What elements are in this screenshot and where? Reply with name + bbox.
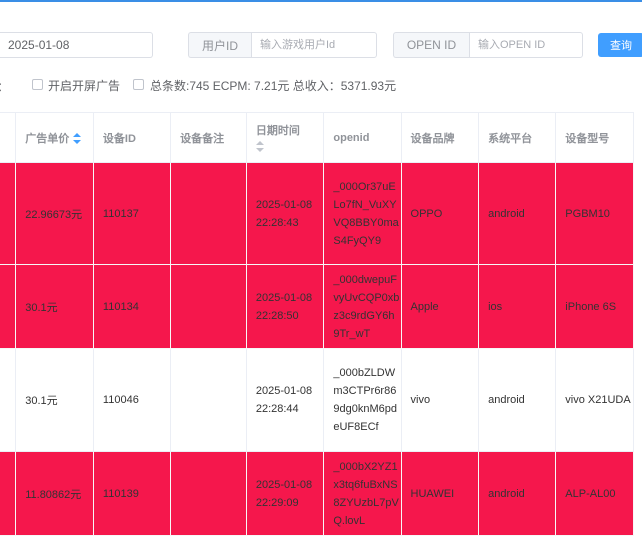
column-header-datetime-label: 日期时间 xyxy=(255,124,300,137)
date-picker[interactable]: 2025-01-08 xyxy=(0,32,153,58)
cell-openid: _000bX2YZ1x3tq6fuBxNS8ZYUzbL7pVQ.lovL xyxy=(323,451,402,536)
cell-openid: _000Or37uELo7fN_VuXYVQ8BBY0maS4FyQY9 xyxy=(323,162,402,265)
cell-brand: Apple xyxy=(400,264,480,349)
openid-input[interactable] xyxy=(469,32,583,58)
cell-platform: android xyxy=(478,451,557,536)
column-header-brand: 设备品牌 xyxy=(400,112,480,163)
summary-label: 总条数:745 ECPM: 7.21元 总收入：5371.93元 xyxy=(150,79,397,93)
cell-time: 22:29:09 xyxy=(255,496,299,509)
table-header-row: 广告单价 设备ID 设备备注 日期时间 openid 设备品牌 系统平台 设备型… xyxy=(0,112,634,163)
cell-model: vivo X21UDA xyxy=(555,348,634,452)
cell-brand: vivo xyxy=(400,348,480,452)
cell-model: iPhone 6S xyxy=(555,264,634,349)
user-id-group: 用户ID xyxy=(188,32,377,58)
splash-ad-checkbox[interactable] xyxy=(32,79,43,90)
cell-time: 22:28:44 xyxy=(255,403,299,415)
cell-datetime: 2025-01-08 22:28:50 xyxy=(245,264,325,349)
cell-brand: HUAWEI xyxy=(400,451,480,536)
row-leading-cell xyxy=(0,451,17,536)
option-colon: ： xyxy=(0,78,9,95)
column-header-platform: 系统平台 xyxy=(478,112,557,163)
cell-brand: OPPO xyxy=(400,162,480,265)
cell-datetime: 2025-01-08 22:28:43 xyxy=(245,162,325,265)
cell-model: ALP-AL00 xyxy=(555,451,634,536)
user-id-label: 用户ID xyxy=(188,32,251,58)
cell-platform: ios xyxy=(478,264,557,349)
cell-price: 22.96673元 xyxy=(15,162,94,265)
cell-platform: android xyxy=(478,162,557,265)
column-header-openid: openid xyxy=(323,112,402,163)
cell-note xyxy=(170,264,247,349)
cell-device-id: 110046 xyxy=(92,348,172,452)
cell-price: 11.80862元 xyxy=(15,451,94,536)
column-header-leading xyxy=(0,112,17,163)
cell-price: 30.1元 xyxy=(15,348,94,452)
ad-revenue-table: 广告单价 设备ID 设备备注 日期时间 openid 设备品牌 系统平台 设备型… xyxy=(0,112,634,536)
cell-openid: _000bZLDWm3CTPr6r869dg0knM6pdeUF8ECf xyxy=(323,348,402,452)
sort-caret-icon[interactable] xyxy=(73,132,82,145)
summary-checkbox[interactable] xyxy=(133,79,144,90)
column-header-datetime[interactable]: 日期时间 xyxy=(245,112,325,163)
row-leading-cell xyxy=(0,348,17,452)
cell-date: 2025-01-08 xyxy=(255,291,313,304)
user-id-input[interactable] xyxy=(251,32,377,58)
column-header-model: 设备型号 xyxy=(555,112,634,163)
cell-note xyxy=(170,348,247,452)
openid-group: OPEN ID xyxy=(393,32,583,58)
cell-date: 2025-01-08 xyxy=(255,385,313,397)
cell-price: 30.1元 xyxy=(15,264,94,349)
cell-note xyxy=(170,451,247,536)
cell-device-id: 110134 xyxy=(92,264,172,349)
row-leading-cell xyxy=(0,264,17,349)
table-row[interactable]: 11.80862元 110139 2025-01-08 22:29:09 _000… xyxy=(0,451,634,536)
table-row[interactable]: 30.1元 110046 2025-01-08 22:28:44 _000bZLD… xyxy=(0,348,634,452)
date-picker-value: 2025-01-08 xyxy=(8,38,70,52)
openid-label: OPEN ID xyxy=(393,32,469,58)
table-row[interactable]: 30.1元 110134 2025-01-08 22:28:50 _000dwep… xyxy=(0,264,634,349)
cell-date: 2025-01-08 xyxy=(255,198,313,211)
row-leading-cell xyxy=(0,162,17,265)
column-header-device-id: 设备ID xyxy=(92,112,172,163)
cell-time: 22:28:50 xyxy=(255,309,299,322)
cell-datetime: 2025-01-08 22:29:09 xyxy=(245,451,325,536)
splash-ad-label: 开启开屏广告 xyxy=(48,79,121,93)
cell-datetime: 2025-01-08 22:28:44 xyxy=(245,348,325,452)
table-row[interactable]: 22.96673元 110137 2025-01-08 22:28:43 _000… xyxy=(0,162,634,265)
cell-model: PGBM10 xyxy=(555,162,634,265)
sort-caret-icon[interactable] xyxy=(255,141,264,153)
cell-date: 2025-01-08 xyxy=(255,478,313,491)
cell-platform: android xyxy=(478,348,557,452)
cell-device-id: 110139 xyxy=(92,451,172,536)
cell-time: 22:28:43 xyxy=(255,216,299,229)
column-header-price[interactable]: 广告单价 xyxy=(15,112,94,163)
cell-note xyxy=(170,162,247,265)
top-accent-bar xyxy=(0,0,642,2)
cell-openid: _000dwepuFvyUvCQP0xbz3c9rdGY6h9Tr_wT xyxy=(323,264,402,349)
cell-device-id: 110137 xyxy=(92,162,172,265)
column-header-note: 设备备注 xyxy=(170,112,247,163)
search-button[interactable]: 查询 xyxy=(598,33,642,57)
column-header-price-label: 广告单价 xyxy=(25,132,70,145)
